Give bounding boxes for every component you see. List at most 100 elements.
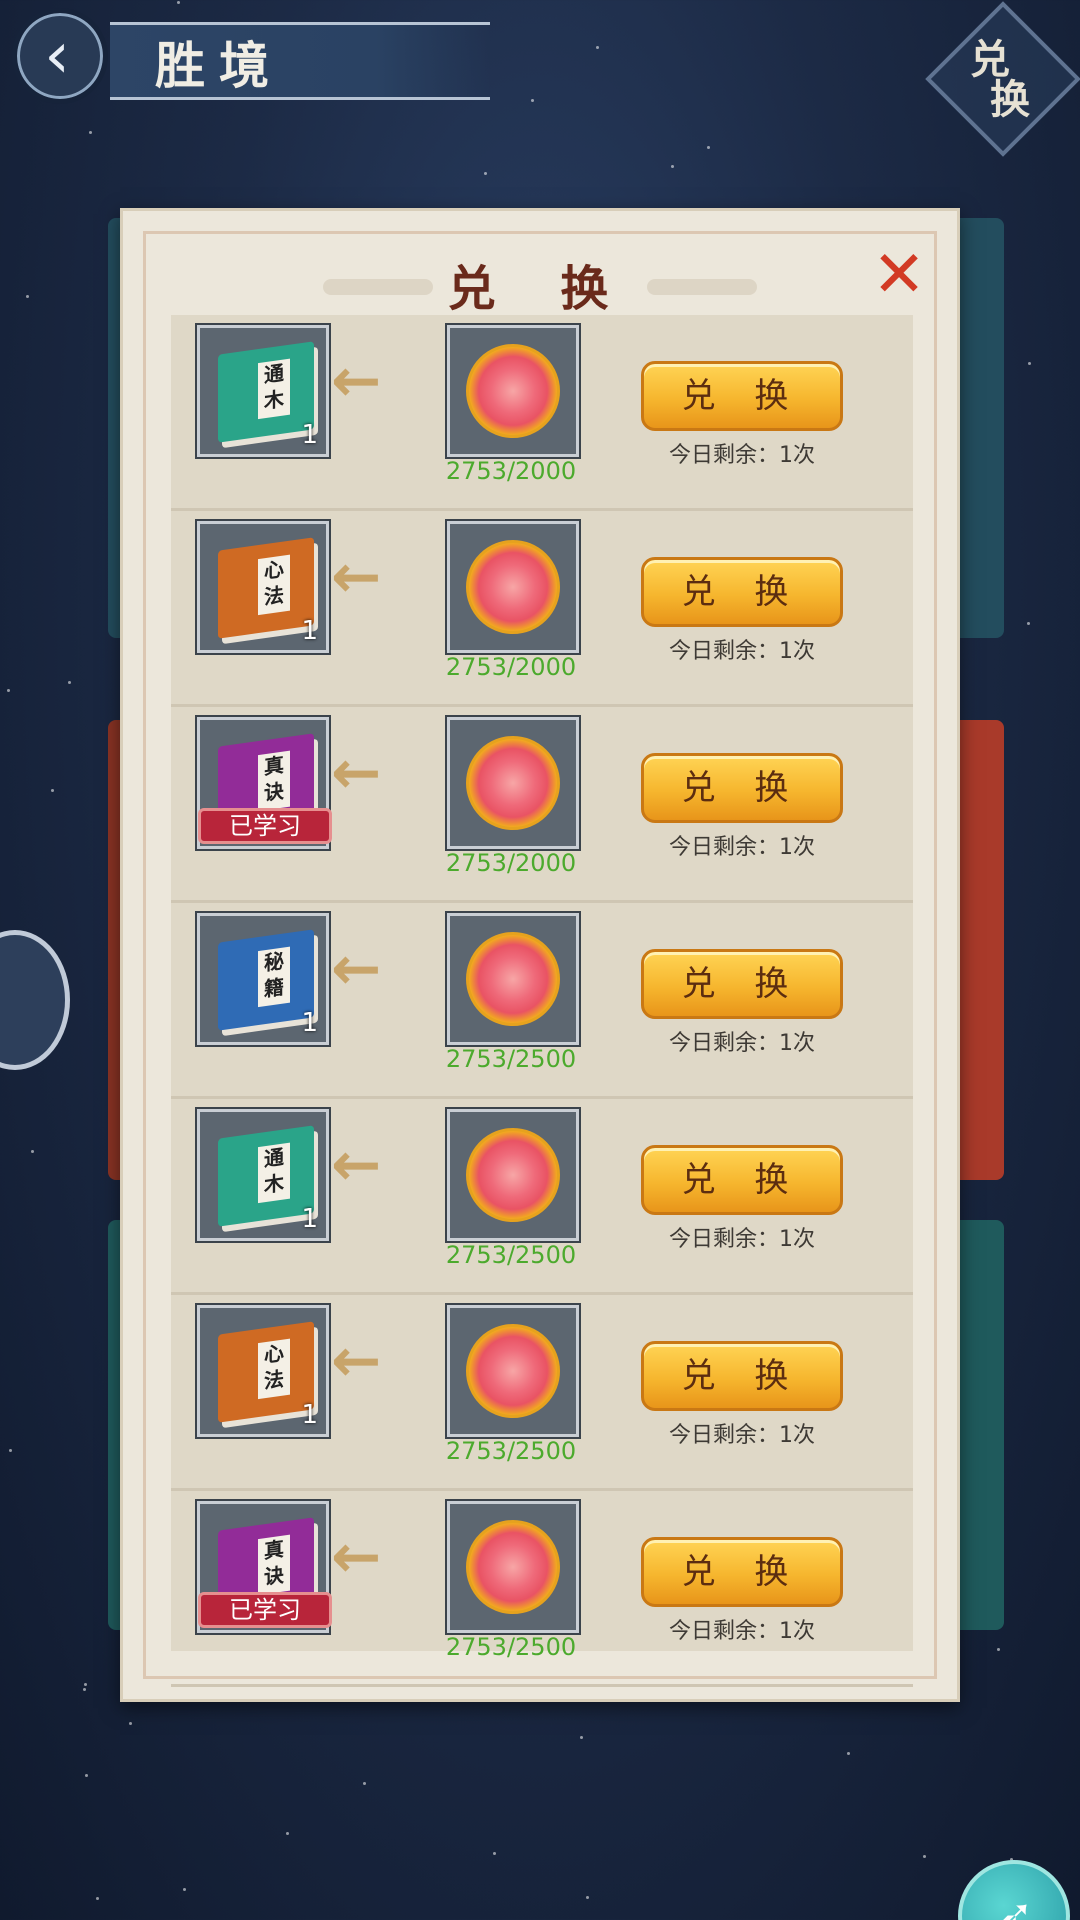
- exchange-row: 真诀 已学习 ← 2753/2000 兑 换 今日剩余：1次: [171, 707, 913, 903]
- back-button[interactable]: ‹: [12, 8, 108, 104]
- item-count: 1: [301, 1204, 318, 1234]
- cost-item-slot[interactable]: [447, 1305, 579, 1437]
- spirit-orb-icon: [466, 540, 560, 634]
- exchange-row: 心法 1 ← 2753/2500 兑 换 今日剩余：1次: [171, 1295, 913, 1491]
- cost-item-slot[interactable]: [447, 521, 579, 653]
- star-dot: [363, 1782, 366, 1785]
- arrow-left-icon: ←: [331, 1326, 382, 1396]
- exchange-row: 真诀 已学习 ← 2753/2500 兑 换 今日剩余：1次: [171, 1491, 913, 1687]
- book-icon: 心法: [218, 537, 314, 639]
- remaining-count: 今日剩余：1次: [669, 443, 815, 468]
- item-count: 1: [301, 616, 318, 646]
- spirit-orb-icon: [466, 1128, 560, 1222]
- arrow-left-icon: ←: [331, 738, 382, 808]
- exchange-button[interactable]: 兑 换: [641, 557, 843, 627]
- rocket-icon: ➶: [993, 1888, 1035, 1920]
- star-dot: [596, 46, 599, 49]
- star-dot: [923, 1855, 926, 1858]
- star-dot: [84, 1683, 87, 1686]
- cost-amount: 2753/2500: [445, 1633, 577, 1661]
- cost-item-slot[interactable]: [447, 1501, 579, 1633]
- exchange-list[interactable]: 通木 1 ← 2753/2000 兑 换 今日剩余：1次 心法 1 ← 2753…: [171, 315, 913, 1687]
- cost-item-slot[interactable]: [447, 913, 579, 1045]
- star-dot: [580, 1736, 583, 1739]
- star-dot: [83, 1688, 86, 1691]
- star-dot: [89, 131, 92, 134]
- arrow-left-icon: ←: [331, 1522, 382, 1592]
- arrow-left-icon: ←: [331, 934, 382, 1004]
- exchange-row: 心法 1 ← 2753/2000 兑 换 今日剩余：1次: [171, 511, 913, 707]
- exchange-row: 通木 1 ← 2753/2000 兑 换 今日剩余：1次: [171, 315, 913, 511]
- remaining-count: 今日剩余：1次: [669, 1227, 815, 1252]
- reward-item-slot[interactable]: 心法 1: [197, 521, 329, 653]
- dialog-title: 兑 换: [447, 261, 633, 317]
- item-count: 1: [301, 1008, 318, 1038]
- star-dot: [1028, 362, 1031, 365]
- reward-item-slot[interactable]: 通木 1: [197, 1109, 329, 1241]
- cost-amount: 2753/2000: [445, 457, 577, 485]
- cost-item-slot[interactable]: [447, 325, 579, 457]
- book-icon: 通木: [218, 341, 314, 443]
- star-dot: [9, 1449, 12, 1452]
- cost-item-slot[interactable]: [447, 1109, 579, 1241]
- arrow-left-icon: ←: [331, 346, 382, 416]
- spirit-orb-icon: [466, 344, 560, 438]
- star-dot: [847, 1752, 850, 1755]
- exchange-corner-button[interactable]: 兑 换: [950, 30, 1050, 130]
- remaining-count: 今日剩余：1次: [669, 835, 815, 860]
- remaining-count: 今日剩余：1次: [669, 1619, 815, 1644]
- cost-amount: 2753/2500: [445, 1241, 577, 1269]
- exchange-button[interactable]: 兑 换: [641, 1341, 843, 1411]
- book-title-label: 通木: [258, 1142, 290, 1204]
- book-icon: 秘籍: [218, 929, 314, 1031]
- remaining-count: 今日剩余：1次: [669, 1031, 815, 1056]
- cost-item-slot[interactable]: [447, 717, 579, 849]
- arrow-left-icon: ←: [331, 542, 382, 612]
- exchange-dialog: 兑 换 ✕ 通木 1 ← 2753/2000 兑 换 今日剩余：1次 心法 1 …: [120, 208, 960, 1702]
- arrow-left-icon: ←: [331, 1130, 382, 1200]
- item-count: 1: [301, 1400, 318, 1430]
- star-dot: [51, 789, 54, 792]
- remaining-count: 今日剩余：1次: [669, 1423, 815, 1448]
- spirit-orb-icon: [466, 1520, 560, 1614]
- star-dot: [671, 165, 674, 168]
- exchange-button[interactable]: 兑 换: [641, 1537, 843, 1607]
- item-count: 1: [301, 420, 318, 450]
- star-dot: [177, 1, 180, 4]
- cost-amount: 2753/2000: [445, 849, 577, 877]
- star-dot: [997, 1648, 1000, 1651]
- star-dot: [183, 1888, 186, 1891]
- close-button[interactable]: ✕: [871, 243, 927, 307]
- star-dot: [484, 172, 487, 175]
- star-dot: [31, 1150, 34, 1153]
- star-dot: [586, 1896, 589, 1899]
- cost-amount: 2753/2000: [445, 653, 577, 681]
- star-dot: [7, 689, 10, 692]
- star-dot: [493, 1852, 496, 1855]
- star-dot: [1027, 622, 1030, 625]
- book-title-label: 通木: [258, 358, 290, 420]
- star-dot: [531, 99, 534, 102]
- exchange-button[interactable]: 兑 换: [641, 361, 843, 431]
- reward-item-slot[interactable]: 真诀 已学习: [197, 717, 332, 849]
- book-icon: 通木: [218, 1125, 314, 1227]
- learned-badge: 已学习: [198, 1592, 332, 1628]
- book-icon: 心法: [218, 1321, 314, 1423]
- spirit-orb-icon: [466, 1324, 560, 1418]
- spirit-orb-icon: [466, 736, 560, 830]
- reward-item-slot[interactable]: 心法 1: [197, 1305, 329, 1437]
- exchange-row: 通木 1 ← 2753/2500 兑 换 今日剩余：1次: [171, 1099, 913, 1295]
- cost-amount: 2753/2500: [445, 1045, 577, 1073]
- reward-item-slot[interactable]: 秘籍 1: [197, 913, 329, 1045]
- exchange-button[interactable]: 兑 换: [641, 949, 843, 1019]
- chevron-left-icon: ‹: [44, 19, 70, 93]
- exchange-button[interactable]: 兑 换: [641, 1145, 843, 1215]
- star-dot: [96, 1897, 99, 1900]
- reward-item-slot[interactable]: 真诀 已学习: [197, 1501, 332, 1633]
- star-dot: [286, 1832, 289, 1835]
- cost-amount: 2753/2500: [445, 1437, 577, 1465]
- spirit-orb-icon: [466, 932, 560, 1026]
- exchange-button[interactable]: 兑 换: [641, 753, 843, 823]
- reward-item-slot[interactable]: 通木 1: [197, 325, 329, 457]
- book-title-label: 真诀: [258, 750, 290, 812]
